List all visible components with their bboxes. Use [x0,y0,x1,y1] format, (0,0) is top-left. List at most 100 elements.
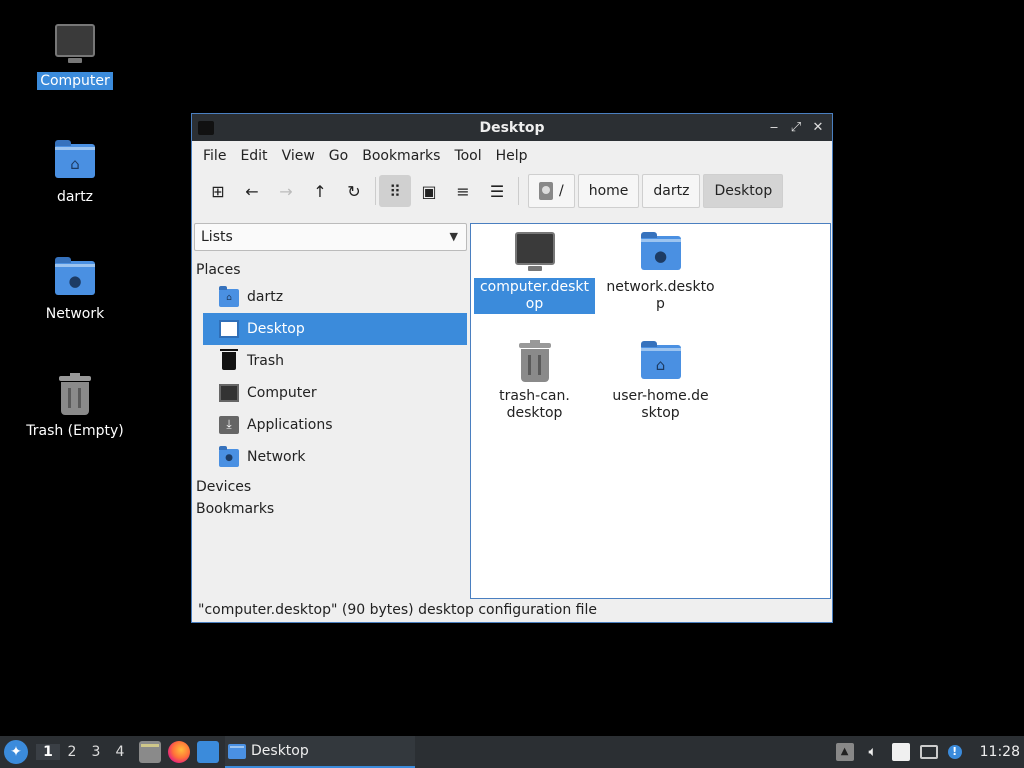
desktop-icon-dartz[interactable]: ⌂ dartz [20,140,130,206]
file-manager-launcher-icon[interactable] [139,741,161,763]
file-item-computer-desktop[interactable]: computer.desktop [474,232,595,314]
place-item-label: dartz [247,289,284,305]
place-item-computer[interactable]: Computer [203,377,467,409]
place-item-network[interactable]: ● Network [203,441,467,473]
trash-icon [513,340,557,385]
place-item-label: Desktop [247,321,305,337]
icon-view-icon[interactable]: ⠿ [379,175,411,207]
menubar: File Edit View Go Bookmarks Tool Help [192,141,832,171]
task-button-desktop[interactable]: Desktop [225,736,415,768]
side-pane: Lists ▼ Places ⌂ dartz Desktop Trash Com… [193,223,468,599]
close-button[interactable]: ✕ [810,120,826,136]
workspace-1[interactable]: 1 [36,744,60,760]
breadcrumb-desktop[interactable]: Desktop [703,174,784,208]
reload-icon[interactable]: ↻ [338,175,370,207]
file-item-label: computer.desktop [474,278,595,314]
menu-view[interactable]: View [275,144,322,168]
file-item-label: user-home.desktop [612,388,709,421]
network-icon[interactable] [919,745,938,759]
list-view-icon[interactable]: ☰ [481,175,513,207]
places-list: ⌂ dartz Desktop Trash Computer ⤓ Applica… [193,281,468,473]
place-item-dartz[interactable]: ⌂ dartz [203,281,467,313]
file-item-trash-can-desktop[interactable]: trash-can.desktop [494,340,575,423]
thumbnail-view-icon[interactable]: ▣ [413,175,445,207]
firefox-launcher-icon[interactable] [168,741,190,763]
workspace-4[interactable]: 4 [108,744,132,760]
toolbar: ⊞ ← → ↑ ↻ ⠿ ▣ ≡ ☰ / home dartz Desktop [192,171,832,211]
file-item-label: trash-can.desktop [499,388,570,421]
desktop-icon-label: Computer [37,72,113,90]
menu-help[interactable]: Help [489,144,535,168]
home-folder-icon: ⌂ [53,140,97,184]
computer-icon [513,232,557,276]
desktop-icon-label: Network [45,306,105,322]
file-item-network-desktop[interactable]: ● network.desktop [600,232,721,314]
show-desktop-icon[interactable] [197,741,219,763]
chevron-down-icon: ▼ [449,230,458,243]
place-item-label: Trash [247,353,284,369]
place-item-desktop[interactable]: Desktop [203,313,467,345]
up-arrow-icon[interactable]: ↑ [304,175,336,207]
place-item-label: Network [247,449,306,465]
file-item-label: network.desktop [606,279,715,312]
place-item-label: Computer [247,385,317,401]
menu-go[interactable]: Go [322,144,355,168]
trash-icon [53,373,97,418]
taskbar: ✦ 1 2 3 4 Desktop ▲ 🔈︎ ! 11:28 [0,736,1024,768]
place-item-label: Applications [247,417,333,433]
compact-view-icon[interactable]: ≡ [447,175,479,207]
trash-icon [220,349,238,370]
place-item-applications[interactable]: ⤓ Applications [203,409,467,441]
bookmarks-header[interactable]: Bookmarks [193,501,468,517]
toolbar-separator [375,177,376,205]
desktop-icon [219,320,239,338]
place-item-trash[interactable]: Trash [203,345,467,377]
desktop-icon-trash[interactable]: Trash (Empty) [20,373,130,440]
maximize-button[interactable]: ⤢ [788,120,804,136]
update-notifier-icon[interactable]: ! [947,745,962,759]
home-folder-icon: ⌂ [219,286,239,307]
new-tab-icon[interactable]: ⊞ [202,175,234,207]
window-titlebar[interactable]: Desktop ‒ ⤢ ✕ [192,114,832,141]
workspace-2[interactable]: 2 [60,744,84,760]
file-item-user-home-desktop[interactable]: ⌂ user-home.desktop [610,341,711,423]
side-pane-mode-value: Lists [201,229,233,245]
drive-icon [539,182,553,200]
clipboard-icon[interactable] [891,743,910,761]
side-pane-mode-select[interactable]: Lists ▼ [194,223,467,251]
breadcrumb-dartz[interactable]: dartz [642,174,701,208]
folder-app-icon [198,120,214,135]
menu-file[interactable]: File [196,144,233,168]
menu-bookmarks[interactable]: Bookmarks [355,144,447,168]
start-menu-icon[interactable]: ✦ [4,740,28,764]
desktop-icon-network[interactable]: ● Network [20,257,130,323]
clock[interactable]: 11:28 [980,744,1020,760]
system-tray: ▲ 🔈︎ ! 11:28 [835,743,1020,761]
home-folder-icon: ⌂ [639,341,683,385]
task-label: Desktop [251,743,309,759]
computer-icon [53,24,97,68]
network-folder-icon: ● [53,257,97,301]
breadcrumb-root-label: / [559,183,564,199]
back-arrow-icon[interactable]: ← [236,175,268,207]
minimize-button[interactable]: ‒ [766,120,782,136]
workspace-3[interactable]: 3 [84,744,108,760]
volume-icon[interactable]: 🔈︎ [864,743,882,761]
menu-edit[interactable]: Edit [233,144,274,168]
forward-arrow-icon[interactable]: → [270,175,302,207]
breadcrumb-root[interactable]: / [528,174,575,208]
desktop-icon-computer[interactable]: Computer [20,24,130,90]
folder-icon [228,743,246,759]
network-folder-icon: ● [219,446,239,467]
breadcrumb-home[interactable]: home [577,174,640,208]
status-text: "computer.desktop" (90 bytes) desktop co… [198,602,597,618]
tray-expand-icon[interactable]: ▲ [835,743,854,761]
window-title: Desktop [479,119,545,136]
toolbar-separator [518,177,519,205]
desktop-icon-label: dartz [56,189,94,205]
file-view[interactable]: computer.desktop ● network.desktop trash… [470,223,831,599]
places-header[interactable]: Places [193,262,468,278]
applications-icon: ⤓ [219,416,239,434]
devices-header[interactable]: Devices [193,479,468,495]
menu-tool[interactable]: Tool [447,144,488,168]
